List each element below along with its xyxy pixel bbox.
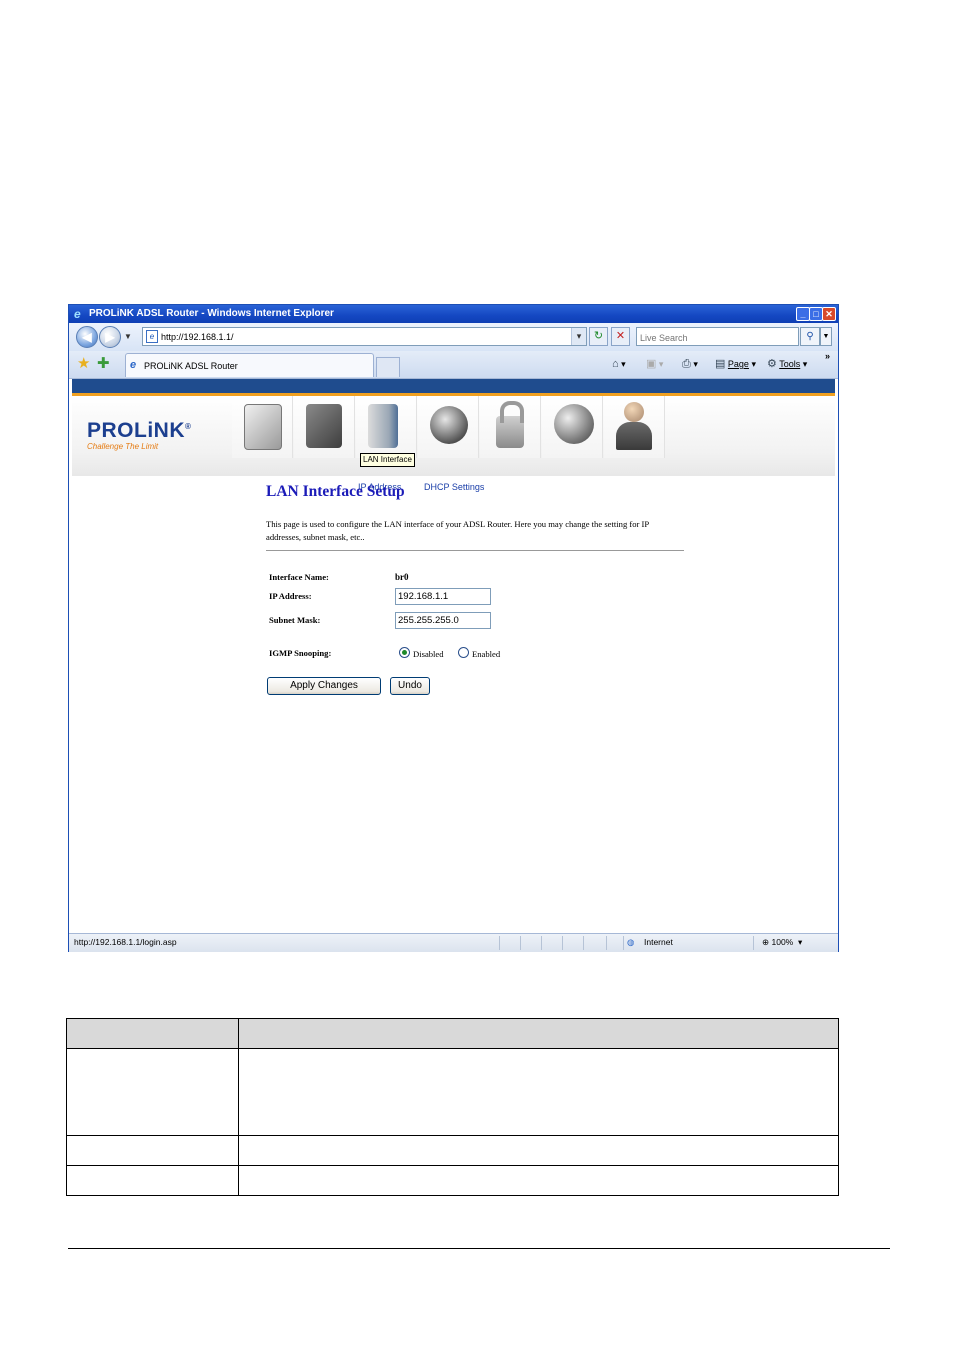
back-button[interactable]: ◀ [76, 326, 98, 348]
search-field[interactable] [636, 327, 799, 347]
search-icon[interactable]: ⚲ [800, 327, 820, 346]
igmp-disabled-label: Disabled [413, 649, 444, 659]
lan-interface-tooltip: LAN Interface [360, 453, 415, 467]
address-field[interactable]: e ▾ [142, 327, 587, 346]
logo-registered: ® [185, 422, 192, 431]
table-row [66, 1165, 839, 1196]
print-icon[interactable]: ⎙ ▾ [682, 357, 698, 371]
favorites-star-icon[interactable]: ★ [77, 355, 90, 373]
igmp-snooping-label: IGMP Snooping: [269, 648, 332, 658]
router-header: PROLiNK® Challenge The Limit LAN Interfa… [72, 396, 835, 492]
address-input[interactable] [161, 328, 566, 345]
apply-changes-button[interactable]: Apply Changes [267, 677, 381, 695]
radio-unselected-icon [458, 647, 469, 658]
page-menu-label: Page [727, 359, 749, 369]
subnet-mask-label: Subnet Mask: [269, 615, 321, 625]
feeds-icon[interactable]: ▣ ▾ [646, 357, 663, 371]
ip-address-input[interactable]: 192.168.1.1 [395, 588, 491, 605]
interface-name-label: Interface Name: [269, 572, 329, 582]
table-cell [238, 1135, 839, 1166]
add-favorites-icon[interactable]: ✚ [97, 355, 110, 373]
table-header-row [66, 1018, 839, 1049]
forward-button[interactable]: ▶ [99, 326, 121, 348]
search-dropdown-icon[interactable]: ▼ [820, 327, 832, 346]
internet-zone-icon: ◍ [627, 937, 635, 947]
nav-lan-interface-icon[interactable] [356, 396, 417, 458]
igmp-disabled-radio[interactable]: Disabled [399, 647, 444, 660]
tools-menu-label: Tools [779, 359, 801, 369]
close-icon[interactable]: ✕ [822, 307, 836, 321]
ip-address-label: IP Address: [269, 591, 312, 601]
divider [266, 550, 684, 551]
logo-tagline: Challenge The Limit [87, 442, 159, 451]
table-cell [66, 1135, 239, 1166]
tab-prolink-router[interactable]: e PROLiNK ADSL Router [125, 353, 374, 377]
history-dropdown-icon[interactable]: ▼ [124, 332, 132, 341]
interface-name-value: br0 [395, 572, 409, 582]
table-cell [66, 1165, 239, 1196]
subnet-mask-input[interactable]: 255.255.255.0 [395, 612, 491, 629]
description-table [66, 1018, 839, 1196]
tab-bar: ★ ✚ e PROLiNK ADSL Router ⌂ ▾ ▣ ▾ ⎙ ▾ ▤ … [69, 351, 838, 379]
igmp-enabled-label: Enabled [472, 649, 501, 659]
nav-admin-icon[interactable] [604, 396, 665, 458]
refresh-button[interactable]: ↻ [589, 327, 608, 346]
nav-security-icon[interactable] [480, 396, 541, 458]
minimize-icon[interactable]: _ [796, 307, 810, 321]
page-menu[interactable]: ▤ Page ▾ [715, 357, 756, 371]
table-header-cell [238, 1018, 839, 1049]
zoom-control[interactable]: ⊕ 100% ▾ [762, 934, 802, 951]
nav-internet-icon[interactable] [542, 396, 603, 458]
prolink-logo: PROLiNK® Challenge The Limit [87, 416, 192, 452]
undo-button[interactable]: Undo [390, 677, 430, 695]
new-tab-button[interactable] [376, 357, 400, 377]
nav-setup-icon[interactable] [294, 396, 355, 458]
title-bar: e PROLiNK ADSL Router - Windows Internet… [69, 305, 838, 323]
subnav-dhcp-settings[interactable]: DHCP Settings [424, 481, 484, 493]
zoom-level: 100% [771, 937, 794, 947]
stop-button[interactable]: ✕ [611, 327, 630, 346]
zoom-icon: ⊕ [762, 937, 770, 947]
chevron-more-icon[interactable]: » [825, 349, 830, 363]
table-row [66, 1135, 839, 1166]
window-title: PROLiNK ADSL Router - Windows Internet E… [89, 308, 334, 319]
search-input[interactable] [637, 329, 793, 347]
page-description: This page is used to configure the LAN i… [266, 519, 649, 542]
page-menu-icon: ▤ [715, 358, 726, 370]
footer-rule [68, 1248, 890, 1249]
tab-label: PROLiNK ADSL Router [144, 361, 238, 371]
zone-label: Internet [644, 937, 673, 947]
table-header-cell [66, 1018, 239, 1049]
ie-page-icon: e [130, 359, 137, 371]
status-url: http://192.168.1.1/login.asp [74, 937, 177, 947]
address-bar-row: ◀ ▶ ▼ e ▾ ↻ ✕ ⚲ ▼ [69, 323, 838, 351]
page-title: LAN Interface Setup [266, 483, 405, 500]
igmp-enabled-radio[interactable]: Enabled [458, 647, 500, 660]
nav-wan-icon[interactable] [418, 396, 479, 458]
status-bar: http://192.168.1.1/login.asp ◍ Internet … [69, 933, 838, 952]
radio-selected-icon [399, 647, 410, 658]
browser-window: e PROLiNK ADSL Router - Windows Internet… [68, 304, 839, 952]
page-icon: e [146, 330, 158, 343]
logo-brand: PROLiNK [87, 419, 185, 442]
page-viewport: PROLiNK® Challenge The Limit LAN Interfa… [72, 379, 835, 933]
ie-logo-icon: e [74, 307, 81, 321]
maximize-icon[interactable]: □ [809, 307, 823, 321]
table-cell [238, 1165, 839, 1196]
table-row [66, 1048, 839, 1136]
tools-menu[interactable]: ⚙ Tools ▾ [767, 357, 807, 371]
home-icon[interactable]: ⌂ ▾ [612, 357, 626, 371]
nav-status-icon[interactable] [232, 396, 293, 458]
gear-icon: ⚙ [767, 358, 777, 370]
header-band [72, 379, 835, 393]
address-dropdown-icon[interactable]: ▾ [571, 328, 586, 345]
table-cell [66, 1048, 239, 1136]
table-cell [238, 1048, 839, 1136]
